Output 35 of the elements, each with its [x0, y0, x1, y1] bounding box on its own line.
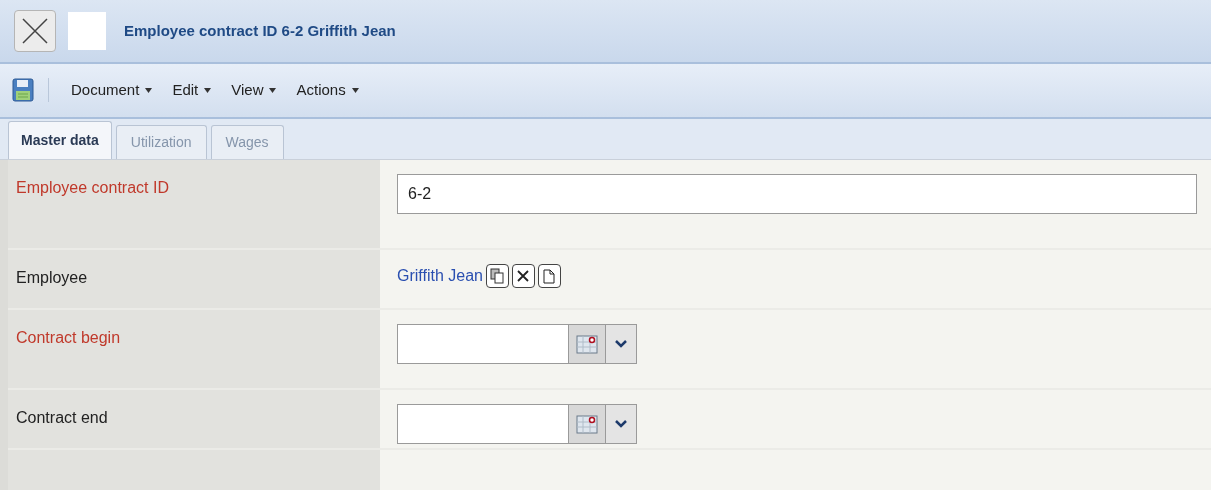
blank-icon [68, 12, 106, 50]
save-icon [12, 78, 34, 103]
close-button[interactable] [14, 10, 56, 52]
chevron-down-icon [615, 420, 627, 428]
field-label: Contract end [16, 409, 108, 426]
employee-link[interactable]: Griffith Jean [397, 264, 483, 288]
tab[interactable]: Master data [8, 121, 112, 159]
menu-button[interactable]: Edit [172, 79, 212, 102]
save-button[interactable] [10, 76, 36, 105]
dropdown-button[interactable] [605, 324, 637, 364]
field-label: Employee [16, 269, 88, 286]
menu-button[interactable]: View [231, 79, 277, 102]
caret-icon [204, 87, 212, 93]
copy-button[interactable] [485, 264, 509, 288]
date-field[interactable] [397, 324, 569, 364]
clear-button[interactable] [511, 264, 535, 288]
copy-icon [489, 268, 505, 284]
close-icon [21, 17, 49, 45]
dropdown-button[interactable] [605, 404, 637, 444]
menu-button[interactable]: Document [71, 79, 153, 102]
close-icon [517, 270, 530, 282]
document-button[interactable] [537, 264, 561, 288]
chevron-down-icon [615, 340, 627, 348]
date-field[interactable] [397, 404, 569, 444]
calendar-icon [576, 334, 598, 354]
window-title: Employee contract ID 6-2 Griffith Jean [124, 20, 396, 41]
document-icon [543, 268, 556, 284]
caret-icon [269, 87, 277, 93]
caret-icon [351, 87, 359, 93]
caret-icon [145, 87, 153, 93]
calendar-icon [576, 414, 598, 434]
text-field[interactable]: 6-2 [397, 174, 1197, 214]
field-label: Employee contract ID [16, 179, 169, 196]
field-label: Contract begin [16, 329, 121, 346]
menu-button[interactable]: Actions [296, 79, 359, 102]
